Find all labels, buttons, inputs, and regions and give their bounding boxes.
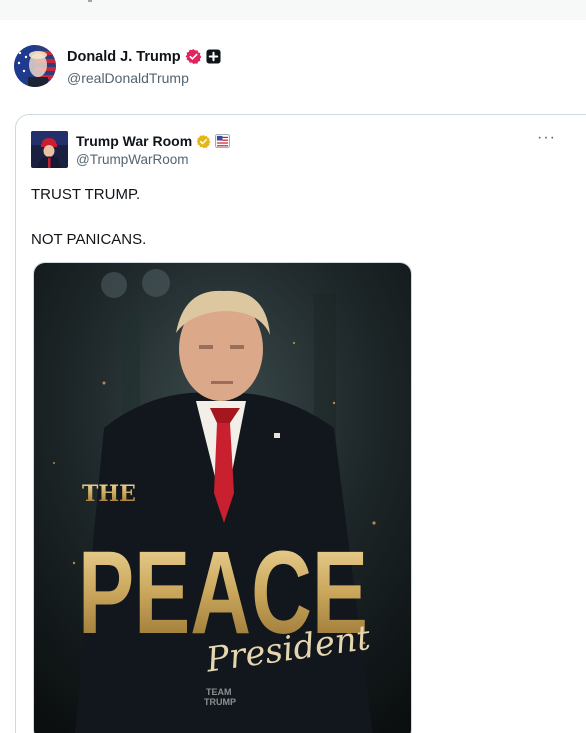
quoted-post-card[interactable]: Trump War Room @TrumpWarRoom ··· TRUST T… [15,114,586,733]
quoted-handle[interactable]: @TrumpWarRoom [76,152,230,167]
verified-badge-icon[interactable] [185,48,202,65]
watermark-team: TEAM [206,687,232,697]
quoted-media-image[interactable]: THE PEACE President TEAM TRUMP [33,262,412,733]
quoted-post-header: Trump War Room @TrumpWarRoom [31,131,231,168]
strip-mark [88,0,92,2]
overlay-the: THE [82,481,136,507]
quoted-text-line-1: TRUST TRUMP. [31,186,141,203]
quoted-avatar[interactable] [31,131,68,168]
watermark-trump: TRUMP [204,697,236,707]
previous-post-strip [0,0,586,20]
organization-flag-icon[interactable] [215,134,231,148]
display-name[interactable]: Donald J. Trump [67,49,181,65]
avatar[interactable] [14,45,56,87]
more-options-button[interactable]: ··· [537,130,556,146]
quoted-name-row: Trump War Room [76,132,231,150]
plus-square-icon[interactable] [206,49,221,64]
verified-badge-icon[interactable] [196,134,211,149]
quoted-display-name[interactable]: Trump War Room [76,133,192,149]
quoted-text-line-2: NOT PANICANS. [31,231,147,248]
author-block: Donald J. Trump @realDonaldTrump [67,47,221,86]
handle[interactable]: @realDonaldTrump [67,70,221,86]
quoted-author-block: Trump War Room @TrumpWarRoom [76,132,231,167]
post-header: Donald J. Trump @realDonaldTrump [14,44,221,88]
name-row: Donald J. Trump [67,47,221,67]
